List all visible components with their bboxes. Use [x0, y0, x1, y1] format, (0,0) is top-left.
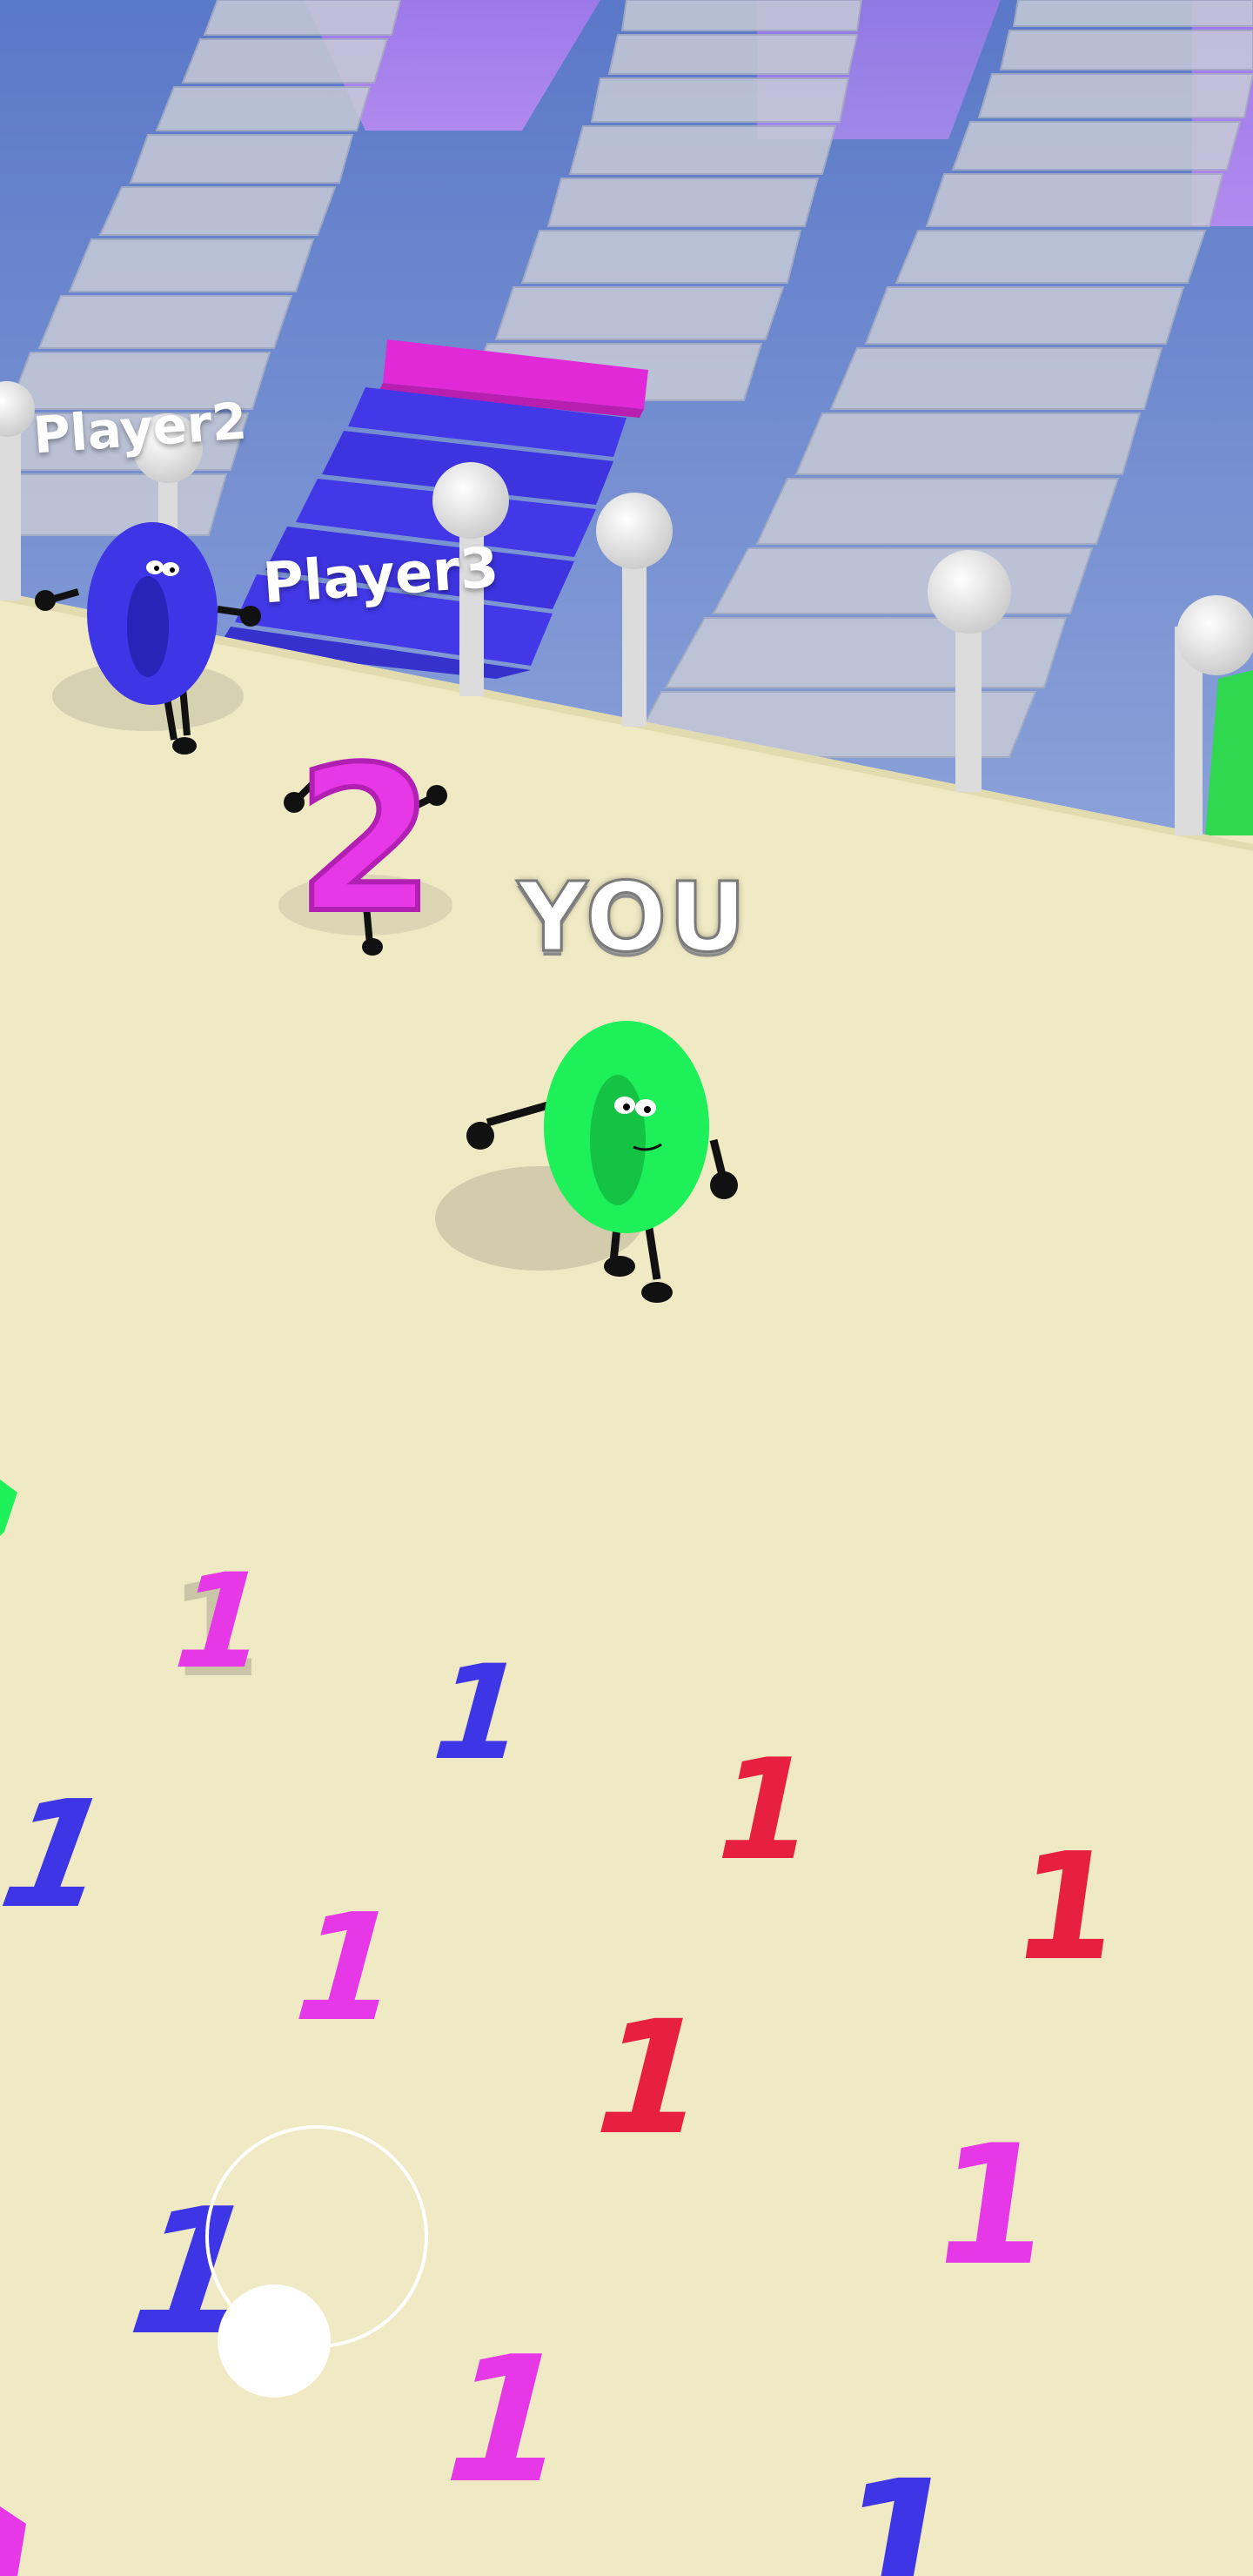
- you-label: YOU: [517, 861, 748, 975]
- game-scene: 2 1 1 1 1 1 1 1 1 1 1 1 1: [0, 0, 1253, 2576]
- svg-text:2: 2: [296, 725, 435, 957]
- player3-character: 2: [278, 722, 452, 960]
- joystick-knob[interactable]: [218, 2284, 331, 2398]
